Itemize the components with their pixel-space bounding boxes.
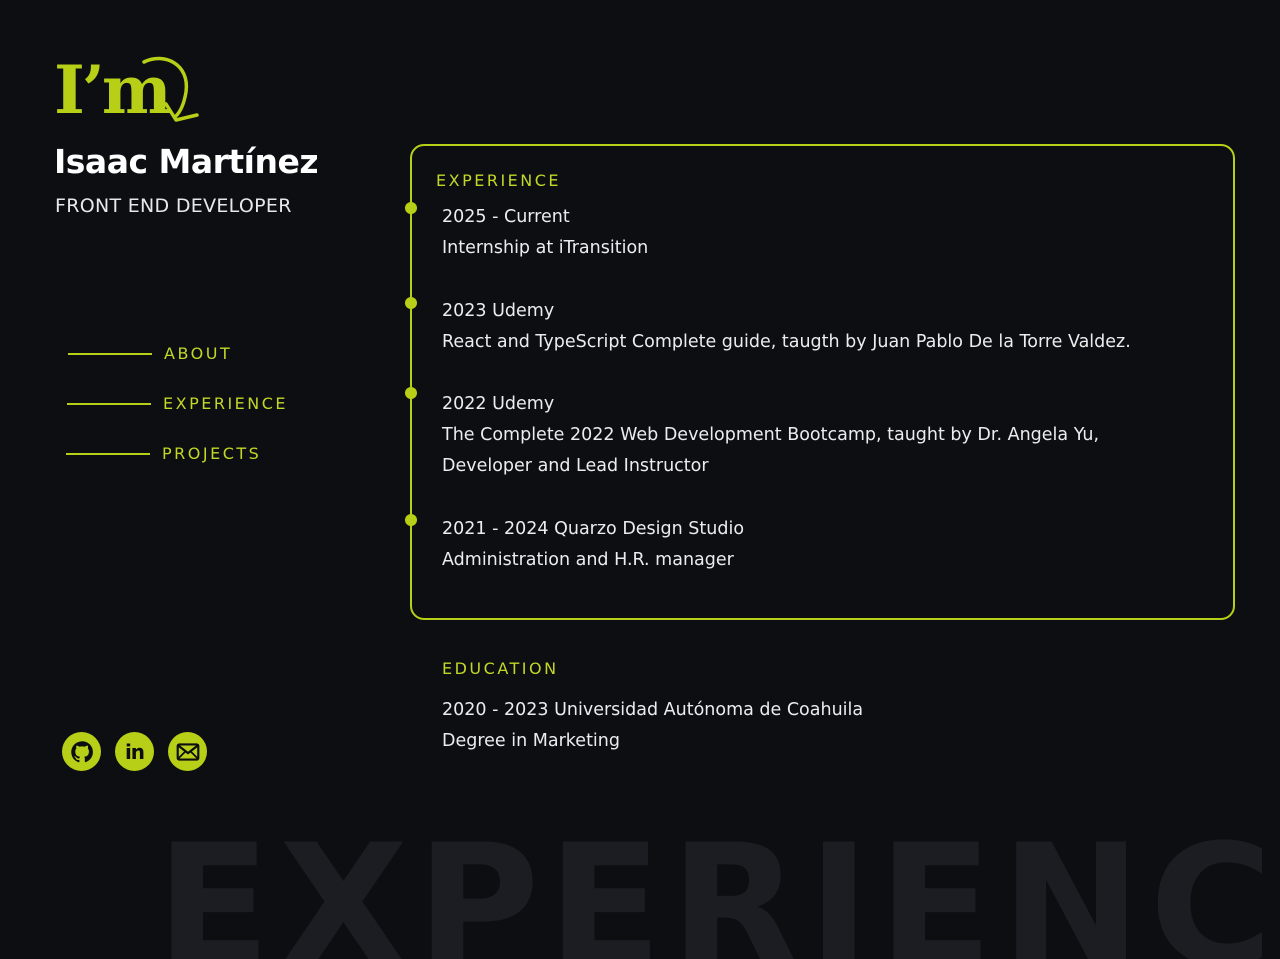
nav-item-projects[interactable]: PROJECTS bbox=[66, 444, 261, 463]
experience-period: 2022 Udemy bbox=[442, 394, 555, 414]
email-icon[interactable] bbox=[168, 732, 207, 771]
nav-label: ABOUT bbox=[164, 344, 233, 363]
envelope-glyph bbox=[176, 742, 199, 761]
experience-title: EXPERIENCE bbox=[436, 171, 562, 190]
github-glyph bbox=[70, 740, 93, 762]
background-watermark: EXPERIENCE bbox=[156, 808, 1280, 959]
nav-label: PROJECTS bbox=[162, 444, 262, 463]
profile-role: FRONT END DEVELOPER bbox=[55, 195, 292, 217]
linkedin-icon[interactable]: in bbox=[115, 732, 154, 771]
nav-label: EXPERIENCE bbox=[163, 394, 289, 413]
education-period: 2020 - 2023 Universidad Autónoma de Coah… bbox=[442, 700, 864, 720]
logo[interactable]: I’m bbox=[52, 52, 204, 128]
experience-item: 2025 - Current Internship at iTransition bbox=[442, 202, 648, 264]
experience-item: 2022 Udemy The Complete 2022 Web Develop… bbox=[442, 389, 1099, 482]
experience-period: 2023 Udemy bbox=[442, 301, 555, 321]
linkedin-glyph: in bbox=[124, 739, 145, 764]
experience-description-continued: Developer and Lead Instructor bbox=[442, 456, 709, 476]
experience-description: The Complete 2022 Web Development Bootca… bbox=[442, 425, 1100, 445]
curved-arrow-icon bbox=[142, 56, 199, 122]
social-links: in bbox=[62, 732, 207, 771]
timeline-dot bbox=[405, 202, 417, 214]
profile-name: Isaac Martínez bbox=[54, 142, 319, 181]
timeline-dot bbox=[405, 297, 417, 309]
experience-description: React and TypeScript Complete guide, tau… bbox=[442, 332, 1131, 352]
timeline-dot bbox=[405, 514, 417, 526]
experience-period: 2021 - 2024 Quarzo Design Studio bbox=[442, 519, 745, 539]
education-title: EDUCATION bbox=[442, 659, 559, 678]
nav-line bbox=[67, 402, 151, 405]
experience-description: Administration and H.R. manager bbox=[442, 550, 734, 570]
nav-line bbox=[68, 352, 152, 355]
education-description: Degree in Marketing bbox=[442, 731, 620, 751]
timeline-dot bbox=[405, 387, 417, 399]
nav-item-experience[interactable]: EXPERIENCE bbox=[67, 394, 288, 413]
experience-item: 2023 Udemy React and TypeScript Complete… bbox=[442, 296, 1131, 358]
experience-item: 2021 - 2024 Quarzo Design Studio Adminis… bbox=[442, 514, 744, 576]
nav-item-about[interactable]: ABOUT bbox=[68, 344, 232, 363]
experience-description: Internship at iTransition bbox=[442, 238, 649, 258]
nav-line bbox=[66, 452, 150, 455]
page: EXPERIENCE I’m Isaac Martínez FRONT END … bbox=[0, 0, 1280, 959]
experience-period: 2025 - Current bbox=[442, 207, 570, 227]
education-item: 2020 - 2023 Universidad Autónoma de Coah… bbox=[442, 695, 863, 757]
github-icon[interactable] bbox=[62, 732, 101, 771]
